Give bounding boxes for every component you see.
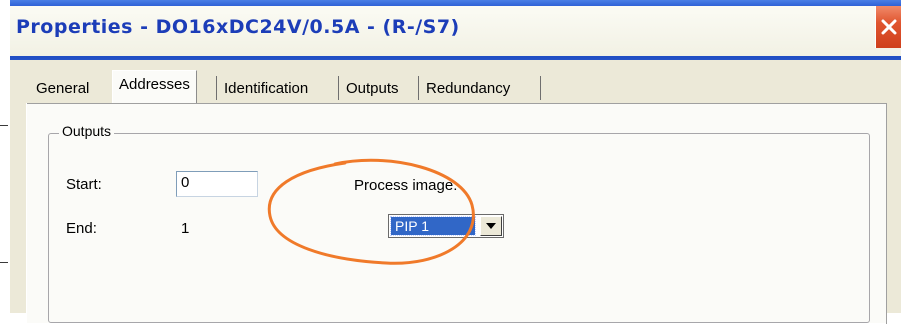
process-image-selected-value: PIP 1 bbox=[390, 216, 476, 236]
edge-tick bbox=[0, 125, 8, 126]
tab-identification[interactable]: Identification bbox=[224, 76, 308, 102]
close-button[interactable] bbox=[875, 6, 901, 48]
process-image-label: Process image: bbox=[354, 177, 458, 194]
left-edge-strip bbox=[0, 0, 10, 313]
start-label: Start: bbox=[66, 176, 102, 193]
properties-dialog: Properties - DO16xDC24V/0.5A - (R-/S7) G… bbox=[10, 0, 901, 324]
outputs-group-title: Outputs bbox=[59, 123, 115, 139]
tab-outputs[interactable]: Outputs bbox=[346, 76, 399, 102]
tab-separator bbox=[216, 76, 217, 100]
tab-separator bbox=[418, 76, 419, 100]
window-title: Properties - DO16xDC24V/0.5A - (R-/S7) bbox=[16, 16, 460, 38]
tab-redundancy[interactable]: Redundancy bbox=[426, 76, 510, 102]
tab-general[interactable]: General bbox=[36, 76, 89, 102]
close-icon bbox=[881, 19, 897, 35]
end-label: End: bbox=[66, 220, 97, 237]
tab-separator bbox=[540, 76, 541, 100]
chevron-down-icon bbox=[486, 223, 496, 229]
process-image-select[interactable]: PIP 1 bbox=[388, 214, 504, 238]
title-bar[interactable]: Properties - DO16xDC24V/0.5A - (R-/S7) bbox=[10, 0, 901, 60]
panel-border bbox=[27, 103, 887, 104]
end-address-value: 1 bbox=[181, 220, 190, 237]
tab-separator bbox=[338, 76, 339, 100]
panel-border bbox=[886, 104, 887, 324]
dropdown-button[interactable] bbox=[480, 216, 502, 236]
edge-tick bbox=[0, 262, 8, 263]
start-address-input[interactable]: 0 bbox=[176, 171, 258, 197]
tab-addresses[interactable]: Addresses bbox=[112, 70, 197, 103]
